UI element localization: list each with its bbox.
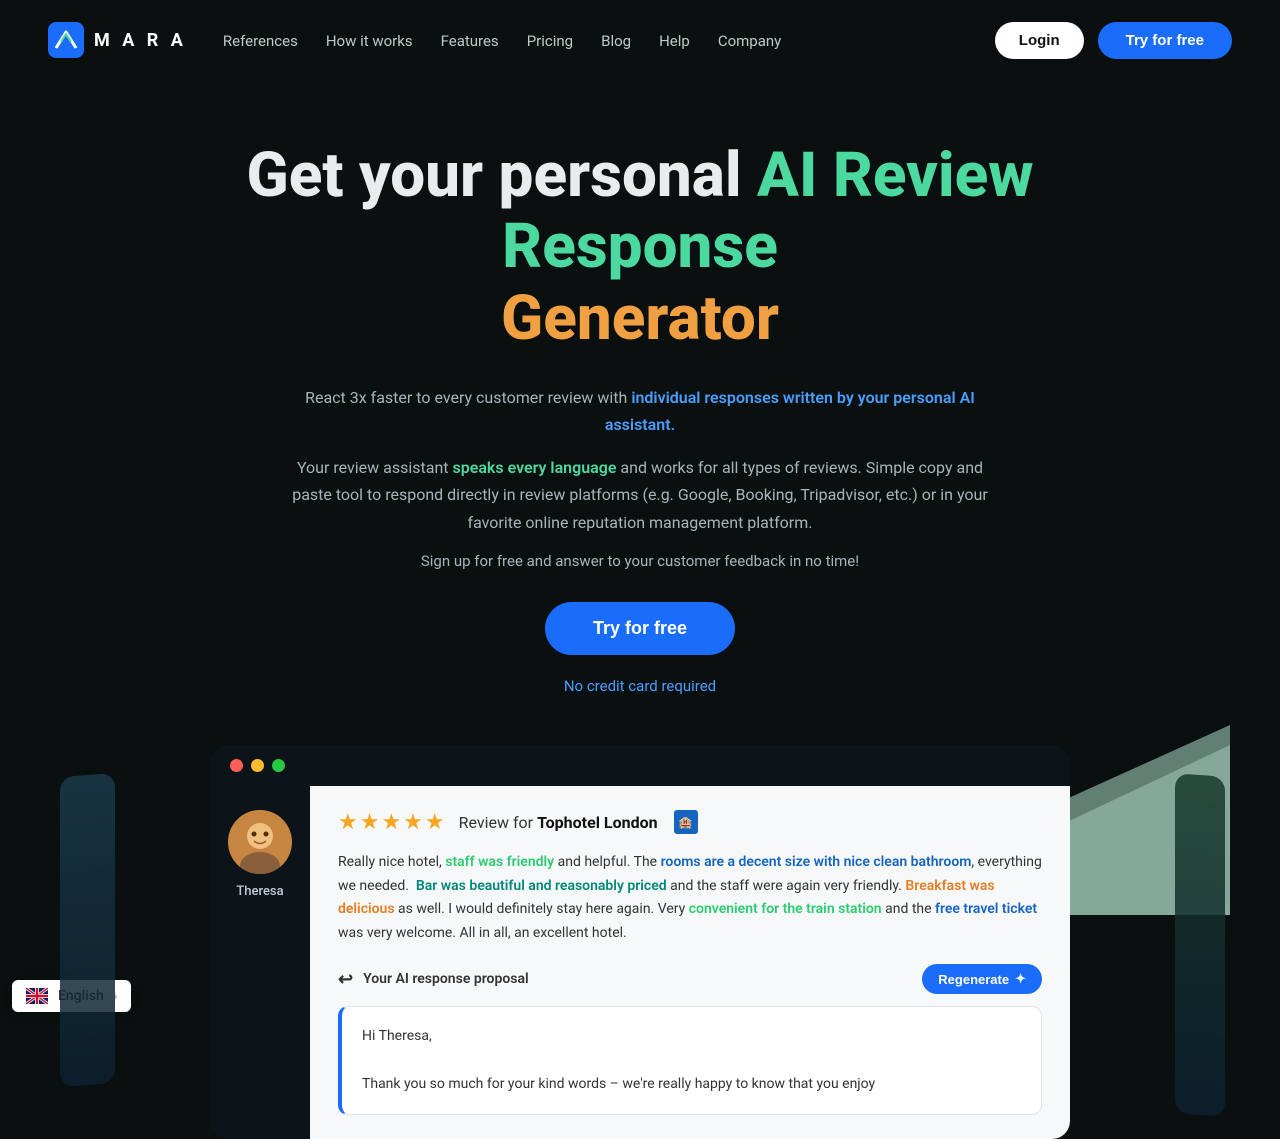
regenerate-button[interactable]: Regenerate ✦ bbox=[922, 964, 1042, 994]
deco-right-panel bbox=[1175, 775, 1225, 1115]
login-button[interactable]: Login bbox=[995, 22, 1084, 59]
highlight-bar: Bar was beautiful and reasonably priced bbox=[416, 878, 667, 894]
highlight-travel-ticket: free travel ticket bbox=[935, 901, 1037, 917]
try-for-free-nav-button[interactable]: Try for free bbox=[1098, 22, 1232, 59]
ai-response-box: Hi Theresa, Thank you so much for your k… bbox=[338, 1006, 1042, 1115]
avatar bbox=[228, 810, 292, 874]
flag-icon bbox=[26, 988, 48, 1004]
ai-response-label: ↩ Your AI response proposal bbox=[338, 969, 529, 990]
card-body: Theresa ★★★★★ Review for Tophotel London… bbox=[210, 786, 1070, 1139]
review-text: Really nice hotel, staff was friendly an… bbox=[338, 851, 1042, 946]
titlebar-dot-yellow bbox=[251, 759, 264, 772]
review-stars: ★★★★★ bbox=[338, 810, 447, 835]
language-label: English bbox=[58, 988, 104, 1004]
nav-left: M A R A References How it works Features… bbox=[48, 22, 781, 58]
nav-item-references[interactable]: References bbox=[223, 31, 298, 50]
nav-item-blog[interactable]: Blog bbox=[601, 31, 631, 50]
hero-highlight-language: speaks every language bbox=[453, 458, 617, 477]
hero-desc-2: Your review assistant speaks every langu… bbox=[280, 454, 1000, 536]
demo-card: Theresa ★★★★★ Review for Tophotel London… bbox=[210, 745, 1070, 1139]
ai-response-greeting: Hi Theresa, bbox=[362, 1025, 1021, 1049]
logo-text: M A R A bbox=[94, 30, 187, 51]
nav-item-pricing[interactable]: Pricing bbox=[527, 31, 573, 50]
no-credit-text: No credit card required bbox=[80, 677, 1200, 695]
titlebar-dot-green bbox=[272, 759, 285, 772]
highlight-train: convenient for the train station bbox=[689, 901, 882, 917]
review-content: ★★★★★ Review for Tophotel London 🏨 Reall… bbox=[310, 786, 1070, 1139]
hero-heading-part1: Get your personal bbox=[246, 139, 757, 212]
try-for-free-hero-button[interactable]: Try for free bbox=[545, 602, 735, 655]
review-header: ★★★★★ Review for Tophotel London 🏨 bbox=[338, 810, 1042, 835]
hero-highlight-ai: individual responses written by your per… bbox=[605, 388, 975, 434]
hotel-name: Tophotel London bbox=[537, 813, 658, 832]
regenerate-icon: ✦ bbox=[1015, 971, 1026, 987]
logo[interactable]: M A R A bbox=[48, 22, 187, 58]
review-for-label: Review for Tophotel London bbox=[459, 813, 658, 832]
demo-section: Theresa ★★★★★ Review for Tophotel London… bbox=[0, 745, 1280, 1139]
highlight-rooms: rooms are a decent size with nice clean … bbox=[661, 854, 972, 870]
deco-left-panel bbox=[60, 775, 115, 1085]
navbar: M A R A References How it works Features… bbox=[0, 0, 1280, 80]
reviewer-name: Theresa bbox=[236, 884, 283, 899]
language-selector[interactable]: English › bbox=[12, 980, 131, 1012]
card-titlebar bbox=[210, 745, 1070, 786]
nav-item-features[interactable]: Features bbox=[441, 31, 499, 50]
hero-section: Get your personal AI Review Response Gen… bbox=[0, 80, 1280, 695]
logo-icon bbox=[48, 22, 84, 58]
hero-desc-1: React 3x faster to every customer review… bbox=[280, 384, 1000, 438]
nav-right: Login Try for free bbox=[995, 22, 1232, 59]
ai-response-header: ↩ Your AI response proposal Regenerate ✦ bbox=[338, 964, 1042, 994]
nav-item-company[interactable]: Company bbox=[718, 31, 781, 50]
hero-heading-generator: Generator bbox=[501, 282, 779, 355]
ai-response-body: Thank you so much for your kind words – … bbox=[362, 1073, 1021, 1097]
hero-signup-text: Sign up for free and answer to your cust… bbox=[80, 552, 1200, 570]
nav-item-help[interactable]: Help bbox=[659, 31, 690, 50]
avatar-image bbox=[228, 810, 292, 874]
hotel-icon: 🏨 bbox=[674, 810, 698, 834]
hero-heading: Get your personal AI Review Response Gen… bbox=[190, 140, 1090, 354]
reviewer-avatar-panel: Theresa bbox=[210, 786, 310, 1139]
highlight-staff-friendly: staff was friendly bbox=[445, 854, 554, 870]
titlebar-dot-red bbox=[230, 759, 243, 772]
chevron-right-icon: › bbox=[114, 989, 118, 1003]
nav-links: References How it works Features Pricing… bbox=[223, 31, 781, 50]
nav-item-how-it-works[interactable]: How it works bbox=[326, 31, 413, 50]
arrow-icon: ↩ bbox=[338, 969, 353, 990]
